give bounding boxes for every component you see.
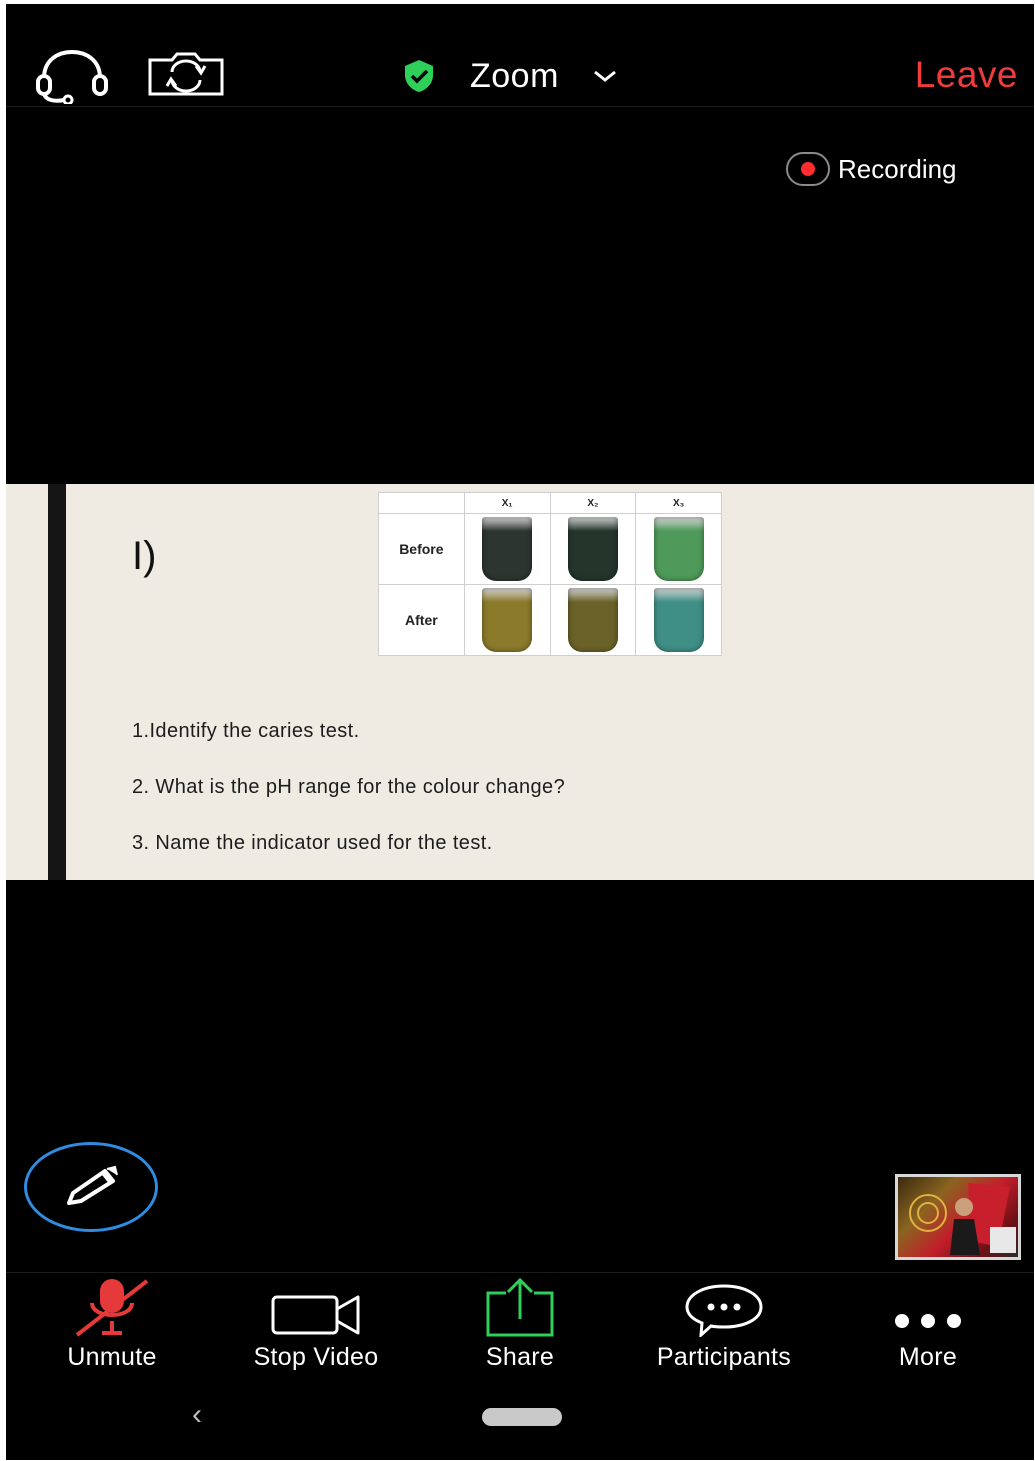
home-pill[interactable] — [482, 1408, 562, 1426]
meeting-title[interactable]: Zoom — [400, 54, 619, 98]
more-label: More — [898, 1343, 958, 1371]
table-column-header: X₁ — [463, 492, 551, 514]
more-button[interactable]: More — [828, 1273, 1028, 1383]
share-label: Share — [485, 1343, 555, 1371]
slide-side-bar — [48, 484, 66, 880]
share-button[interactable]: Share — [420, 1273, 620, 1383]
stop-video-label: Stop Video — [253, 1343, 379, 1371]
table-header-row: X₁ X₂ X₃ — [378, 492, 722, 514]
table-row: Before — [378, 513, 722, 585]
pencil-icon — [67, 1165, 118, 1205]
test-tube-image — [482, 588, 533, 652]
table-column-header: X₃ — [635, 492, 722, 514]
zoom-meeting-screen: Zoom Leave Recording I) X₁ X₂ X₃ Before — [6, 4, 1034, 1460]
more-dots-icon — [895, 1314, 961, 1328]
test-tube-image — [567, 517, 618, 581]
recording-label: Recording — [838, 153, 957, 184]
question-2: 2. What is the pH range for the colour c… — [132, 776, 566, 798]
share-arrow-icon — [486, 1277, 554, 1337]
record-icon — [786, 152, 830, 186]
slide-section-label: I) — [132, 534, 157, 578]
chevron-down-icon — [593, 70, 616, 82]
switch-camera-icon[interactable] — [146, 50, 226, 103]
annotate-button[interactable] — [24, 1142, 158, 1232]
test-tube-image — [653, 517, 704, 581]
stop-video-button[interactable]: Stop Video — [216, 1273, 416, 1383]
shield-check-icon — [405, 60, 433, 92]
test-tube-image — [653, 588, 704, 652]
before-after-table: X₁ X₂ X₃ Before After — [378, 492, 722, 656]
table-corner — [378, 492, 465, 514]
question-3: 3. Name the indicator used for the test. — [132, 832, 493, 854]
back-chevron-icon[interactable]: ‹ — [192, 1398, 202, 1432]
question-1: 1.Identify the caries test. — [132, 720, 360, 742]
participant-video-thumbnail[interactable] — [895, 1174, 1021, 1260]
meeting-name: Zoom — [470, 56, 559, 95]
chat-bubble-icon — [685, 1284, 763, 1337]
top-bar: Zoom Leave — [6, 4, 1034, 107]
leave-button[interactable]: Leave — [915, 54, 1018, 96]
unmute-button[interactable]: Unmute — [12, 1273, 212, 1383]
recording-indicator[interactable]: Recording — [786, 152, 957, 186]
unmute-label: Unmute — [67, 1343, 157, 1371]
participants-button[interactable]: Participants — [624, 1273, 824, 1383]
muted-mic-icon — [75, 1279, 149, 1337]
row-label: After — [378, 584, 465, 656]
shared-screen-slide: I) X₁ X₂ X₃ Before After 1.Identify the — [6, 484, 1034, 880]
meeting-controls-toolbar: Unmute Stop Video Share Participants Mor… — [6, 1272, 1034, 1383]
row-label: Before — [378, 513, 465, 585]
video-camera-icon — [271, 1295, 360, 1335]
test-tube-image — [567, 588, 618, 652]
table-row: After — [378, 584, 722, 656]
test-tube-image — [482, 517, 533, 581]
headset-icon[interactable] — [32, 48, 112, 109]
participants-label: Participants — [656, 1343, 792, 1371]
system-navigation-bar: ‹ — [6, 1384, 1034, 1460]
table-column-header: X₂ — [549, 492, 637, 514]
